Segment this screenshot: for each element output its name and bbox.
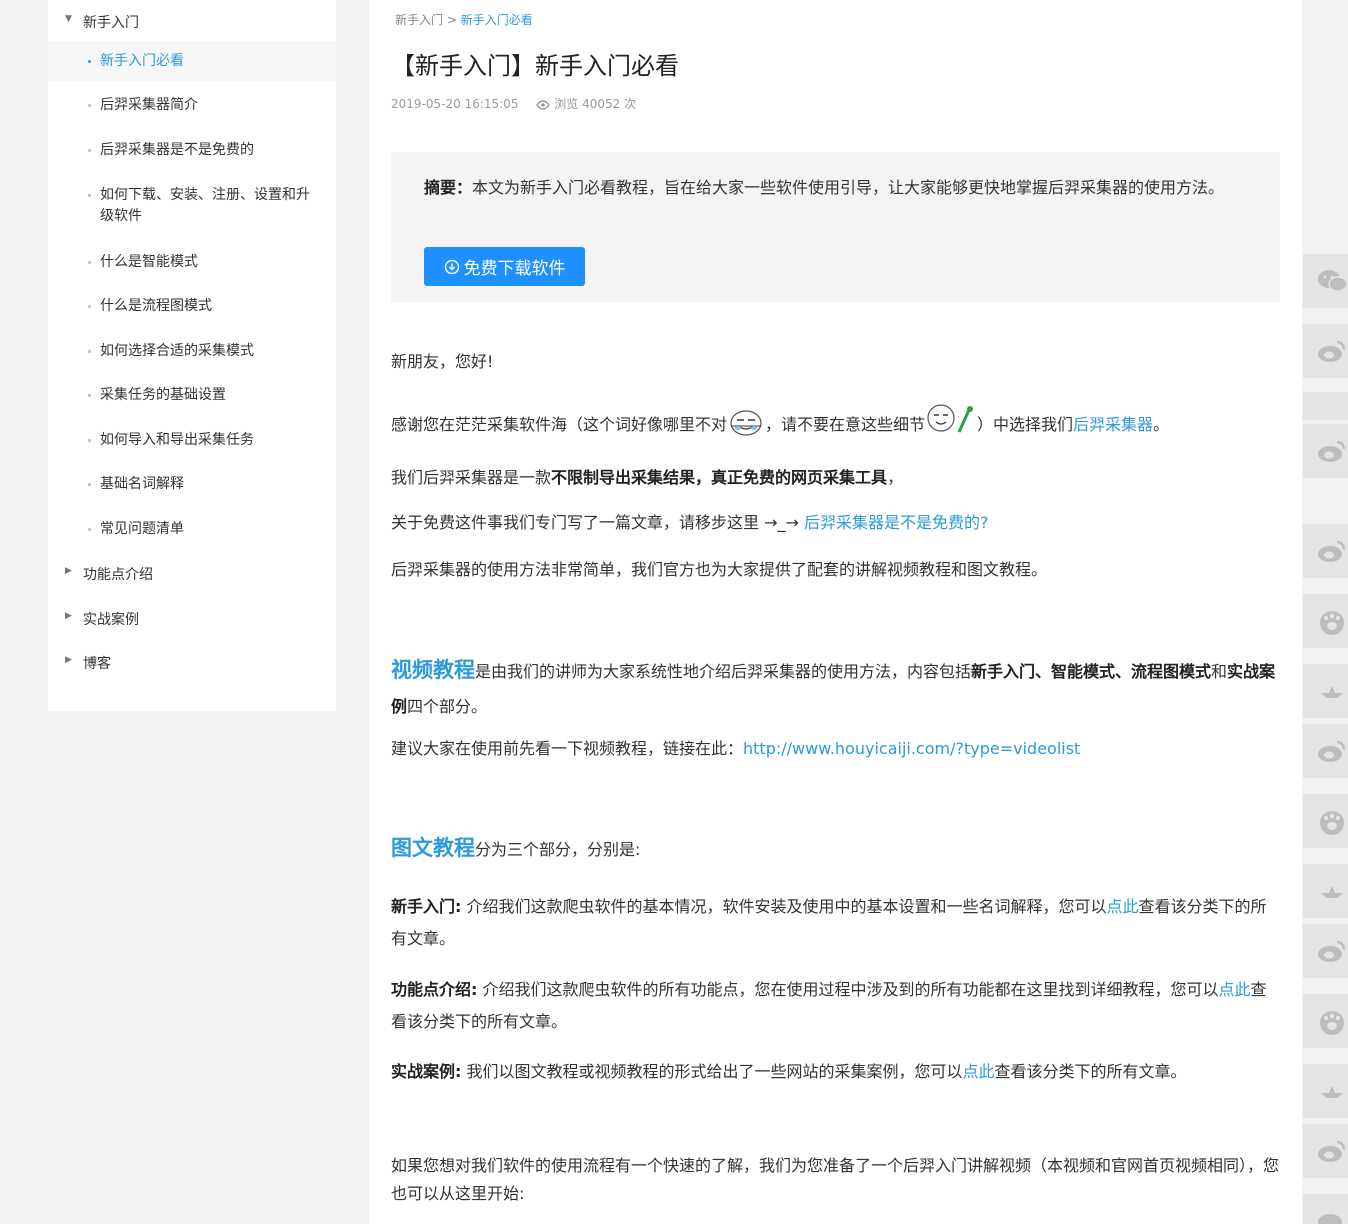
cheering-emoji-icon: [927, 404, 974, 433]
greeting: 新朋友，您好!: [391, 352, 494, 371]
share-weibo-button[interactable]: [1303, 424, 1348, 478]
houyi-link[interactable]: 后羿采集器: [1073, 415, 1153, 434]
bullet-icon: [88, 439, 91, 442]
bullet-icon: [88, 104, 91, 107]
share-weibo-button[interactable]: [1303, 924, 1348, 978]
summary-label: 摘要：: [424, 178, 473, 197]
graphic-paragraph: 图文教程分为三个部分，分别是:: [391, 836, 641, 860]
view-count: 浏览 40052 次: [554, 97, 637, 111]
breadcrumb-root[interactable]: 新手入门 >: [395, 13, 457, 27]
share-star-button[interactable]: [1303, 1064, 1348, 1118]
share-baidu-button[interactable]: [1303, 994, 1348, 1048]
share-weibo-button[interactable]: [1303, 324, 1348, 378]
baidu-icon: [1320, 611, 1344, 635]
final-paragraph: 如果您想对我们软件的使用流程有一个快速的了解，我们为您准备了一个后羿入门讲解视频…: [391, 1156, 1280, 1203]
star-icon: [1321, 686, 1343, 698]
share-weibo-button[interactable]: [1303, 1194, 1348, 1224]
breadcrumb: 新手入门 > 新手入门必看: [395, 11, 533, 28]
bullet-icon: [88, 194, 91, 197]
baidu-icon: [1320, 1011, 1344, 1035]
publish-date: 2019-05-20 16:15:05: [391, 97, 519, 111]
features-click-here-link[interactable]: 点此: [1219, 980, 1251, 999]
sidebar-category-newbie[interactable]: ▼ 新手入门: [48, 10, 336, 34]
download-icon: [444, 259, 459, 274]
free-paragraph: 关于免费这件事我们专门写了一篇文章，请移步这里 →_→ 后羿采集器是不是免费的?: [391, 513, 989, 532]
bullet-icon: [88, 149, 91, 152]
article-panel: 新手入门 > 新手入门必看 【新手入门】新手入门必看 2019-05-20 16…: [369, 0, 1302, 1224]
video-suggest-paragraph: 建议大家在使用前先看一下视频教程，链接在此：http://www.houyica…: [391, 739, 1081, 758]
weibo-icon: [1318, 1214, 1342, 1224]
share-baidu-button[interactable]: [1303, 794, 1348, 848]
weibo-icon: [1318, 440, 1346, 462]
bullet-icon: [88, 305, 91, 308]
wechat-icon: [1318, 270, 1347, 292]
video-list-link[interactable]: http://www.houyicaiji.com/?type=videolis…: [743, 739, 1080, 758]
laughing-emoji-icon: [730, 410, 762, 436]
is-free-link[interactable]: 后羿采集器是不是免费的?: [804, 513, 989, 532]
caret-right-icon: ▶: [65, 655, 72, 665]
cases-click-here-link[interactable]: 点此: [963, 1062, 995, 1081]
weibo-icon: [1318, 740, 1346, 762]
caret-right-icon: ▶: [65, 566, 72, 576]
article-meta: 2019-05-20 16:15:05 浏览 40052 次: [391, 95, 636, 112]
sidebar-category-cases[interactable]: ▶ 实战案例: [48, 607, 336, 631]
eye-icon: [536, 100, 551, 110]
newbie-click-here-link[interactable]: 点此: [1107, 897, 1139, 916]
section-newbie-paragraph: 新手入门: 介绍我们这款爬虫软件的基本情况，软件安装及使用中的基本设置和一些名词…: [391, 897, 1267, 948]
sidebar-category-features[interactable]: ▶ 功能点介绍: [48, 562, 336, 586]
intro-paragraph: 我们后羿采集器是一款不限制导出采集结果，真正免费的网页采集工具，: [391, 468, 904, 487]
share-star-button[interactable]: [1303, 664, 1348, 718]
sidebar: ▼ 新手入门 新手入门必看 后羿采集器简介 后羿采集器是不是免费的 如何下载、安…: [48, 0, 336, 711]
summary-box: 摘要：本文为新手入门必看教程，旨在给大家一些软件使用引导，让大家能够更快地掌握后…: [391, 152, 1280, 302]
weibo-icon: [1318, 540, 1346, 562]
bullet-icon: [88, 483, 91, 486]
summary-text: 摘要：本文为新手入门必看教程，旨在给大家一些软件使用引导，让大家能够更快地掌握后…: [424, 178, 1225, 197]
weibo-icon: [1318, 1140, 1346, 1162]
share-baidu-button[interactable]: [1303, 594, 1348, 648]
share-blank-button[interactable]: [1303, 392, 1348, 420]
sidebar-category-blog[interactable]: ▶ 博客: [48, 651, 336, 675]
page-title: 【新手入门】新手入门必看: [391, 52, 679, 80]
bullet-icon: [88, 394, 91, 397]
caret-down-icon: ▼: [65, 14, 72, 24]
weibo-icon: [1318, 940, 1346, 962]
section-cases-paragraph: 实战案例: 我们以图文教程或视频教程的形式给出了一些网站的采集案例，您可以点此查…: [391, 1062, 1187, 1081]
usage-paragraph: 后羿采集器的使用方法非常简单，我们官方也为大家提供了配套的讲解视频教程和图文教程…: [391, 560, 1048, 579]
download-button[interactable]: 免费下载软件: [424, 247, 585, 286]
bullet-icon: [88, 528, 91, 531]
share-weibo-button[interactable]: [1303, 724, 1348, 778]
caret-right-icon: ▶: [65, 611, 72, 621]
share-wechat-button[interactable]: [1303, 254, 1348, 308]
share-weibo-button[interactable]: [1303, 1124, 1348, 1178]
bullet-icon: [88, 60, 91, 63]
bullet-icon: [88, 261, 91, 264]
bullet-icon: [88, 350, 91, 353]
video-tutorial-heading: 视频教程: [391, 658, 475, 682]
share-weibo-button[interactable]: [1303, 524, 1348, 578]
section-features-paragraph: 功能点介绍: 介绍我们这款爬虫软件的所有功能点，您在使用过程中涉及到的所有功能都…: [391, 980, 1267, 1031]
thanks-paragraph: 感谢您在茫茫采集软件海（这个词好像哪里不对 ，请不要在意这些细节 ）中选择我们后…: [391, 402, 1281, 441]
star-icon: [1321, 886, 1343, 898]
video-paragraph: 视频教程是由我们的讲师为大家系统性地介绍后羿采集器的使用方法，内容包括新手入门、…: [391, 658, 1276, 716]
baidu-icon: [1320, 811, 1344, 835]
star-icon: [1321, 1086, 1343, 1098]
share-star-button[interactable]: [1303, 864, 1348, 918]
breadcrumb-current[interactable]: 新手入门必看: [461, 13, 533, 27]
graphic-tutorial-heading: 图文教程: [391, 836, 475, 860]
weibo-icon: [1318, 340, 1346, 362]
